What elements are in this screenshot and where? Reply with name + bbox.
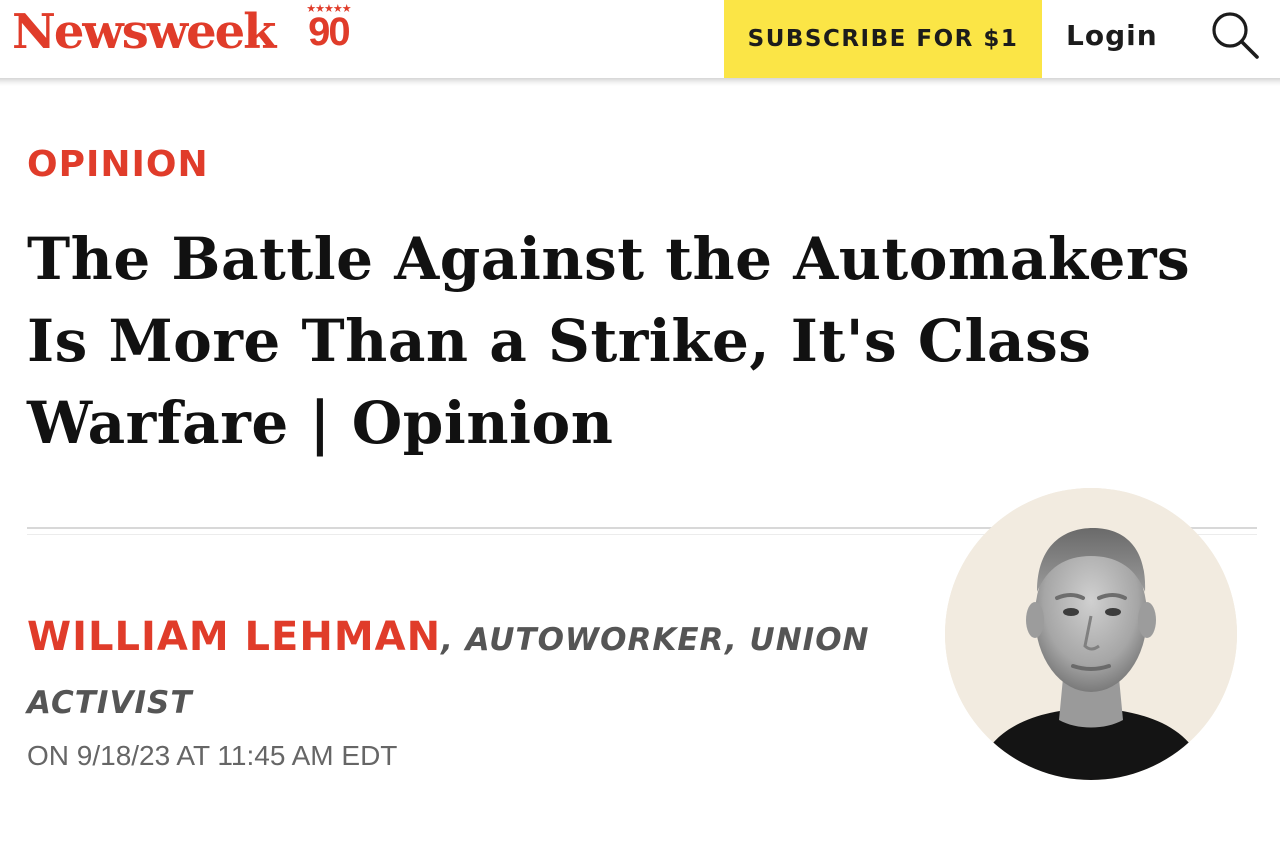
anniversary-badge: ★★★★★ 90	[300, 2, 356, 72]
search-button[interactable]	[1208, 8, 1262, 62]
site-header: Newsweek ★★★★★ 90 SUBSCRIBE FOR $1 Login	[0, 0, 1280, 78]
byline: WILLIAM LEHMAN, AUTOWORKER, UNION ACTIVI…	[27, 608, 927, 737]
section-label[interactable]: OPINION	[27, 140, 209, 190]
brand-wordmark: Newsweek	[12, 4, 276, 60]
login-link[interactable]: Login	[1066, 16, 1158, 56]
author-avatar[interactable]	[945, 488, 1237, 780]
author-name[interactable]: WILLIAM LEHMAN	[27, 614, 441, 660]
anniversary-number: 90	[308, 10, 351, 54]
newsweek-logo[interactable]: Newsweek ★★★★★ 90	[12, 2, 356, 72]
header-divider	[0, 78, 1280, 86]
subscribe-button[interactable]: SUBSCRIBE FOR $1	[724, 0, 1042, 78]
author-portrait	[945, 488, 1237, 780]
search-icon	[1212, 12, 1259, 59]
publish-date: ON 9/18/23 AT 11:45 AM EDT	[27, 740, 398, 771]
article-headline: The Battle Against the Automakers Is Mor…	[27, 225, 1191, 457]
